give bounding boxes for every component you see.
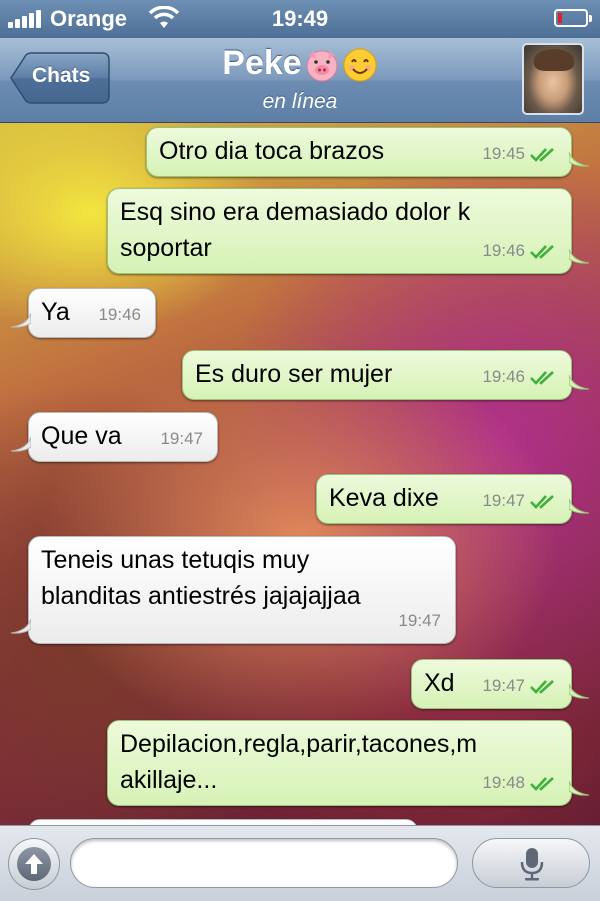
chat-messages-area[interactable]: Otro dia toca brazos 19:45 Esq sino era de… — [0, 123, 600, 825]
outgoing-message-bubble[interactable]: Depilacion,regla,parir,tacones,m akillaj… — [107, 720, 589, 806]
status-bar: Orange 19:49 — [0, 0, 600, 38]
message-time: 19:47 — [482, 491, 525, 510]
bubble-tail — [569, 499, 589, 514]
message-input[interactable] — [70, 838, 458, 888]
message-time: 19:47 — [160, 429, 203, 448]
smiling-face-icon — [343, 48, 377, 82]
microphone-button[interactable] — [472, 838, 590, 888]
message-time: 19:46 — [482, 241, 525, 260]
message-time: 19:47 — [398, 611, 441, 630]
bubble-tail — [569, 684, 589, 699]
double-check-icon — [530, 244, 554, 259]
bubble-tail — [569, 249, 589, 264]
outgoing-message-bubble[interactable]: Otro dia toca brazos 19:45 — [146, 127, 589, 177]
message-text: Xd — [424, 669, 455, 697]
bubble-tail — [569, 375, 589, 390]
contact-name: Peke — [222, 44, 302, 82]
double-check-icon — [530, 370, 554, 385]
attach-button[interactable] — [8, 838, 60, 890]
double-check-icon — [530, 494, 554, 509]
outgoing-message-bubble[interactable]: Xd 19:47 — [411, 659, 589, 709]
message-input-bar — [0, 825, 600, 901]
battery-low-icon — [554, 9, 592, 27]
message-meta: 19:48 — [482, 765, 557, 801]
message-text: Que va — [41, 422, 122, 450]
incoming-message-bubble[interactable]: Ya 19:46 — [11, 288, 156, 338]
message-time: 19:46 — [98, 305, 141, 324]
incoming-message-bubble[interactable]: Teneis unas tetuqis muy blanditas anties… — [11, 536, 456, 644]
outgoing-message-bubble[interactable]: Es duro ser mujer 19:46 — [182, 350, 589, 400]
pig-face-icon — [306, 50, 338, 82]
message-meta: 19:46 — [482, 359, 557, 395]
contact-title[interactable]: Peke — [0, 44, 600, 83]
outgoing-message-bubble[interactable]: Esq sino era demasiado dolor k soportar 1… — [107, 188, 589, 274]
double-check-icon — [530, 147, 554, 162]
outgoing-message-bubble[interactable]: Keva dixe 19:47 — [316, 474, 589, 524]
message-meta: 19:46 — [482, 233, 557, 269]
message-meta: 19:47 — [482, 668, 557, 704]
status-time: 19:49 — [271, 6, 329, 31]
message-text: Es duro ser mujer — [195, 360, 393, 388]
contact-avatar[interactable] — [522, 43, 584, 115]
message-text: Keva dixe — [329, 484, 439, 512]
message-text: Ya — [41, 298, 70, 326]
message-meta: 19:47 — [398, 603, 441, 639]
message-meta: 19:47 — [482, 483, 557, 519]
message-text: Esq sino era demasiado dolor k soportar — [120, 198, 471, 262]
bubble-tail — [11, 437, 31, 452]
message-text: Otro dia toca brazos — [159, 137, 385, 165]
bubble-tail — [11, 313, 31, 328]
message-meta: 19:47 — [160, 421, 203, 457]
bubble-tail — [569, 781, 589, 796]
message-meta: 19:46 — [98, 297, 141, 333]
message-time: 19:47 — [482, 676, 525, 695]
bubble-tail — [11, 619, 31, 634]
message-time: 19:48 — [482, 773, 525, 792]
bubble-tail — [569, 152, 589, 167]
arrow-up-circle-icon — [17, 847, 51, 881]
double-check-icon — [530, 679, 554, 694]
message-time: 19:45 — [482, 144, 525, 163]
message-time: 19:46 — [482, 367, 525, 386]
double-check-icon — [530, 776, 554, 791]
message-meta: 19:45 — [482, 136, 557, 172]
navigation-bar: Chats Peke en línea — [0, 38, 600, 123]
message-text: Teneis unas tetuqis muy blanditas anties… — [41, 546, 361, 610]
microphone-icon — [520, 848, 544, 881]
message-text: Depilacion,regla,parir,tacones,m akillaj… — [120, 730, 478, 794]
contact-status: en línea — [262, 90, 338, 113]
incoming-message-bubble[interactable]: Que va 19:47 — [11, 412, 218, 462]
